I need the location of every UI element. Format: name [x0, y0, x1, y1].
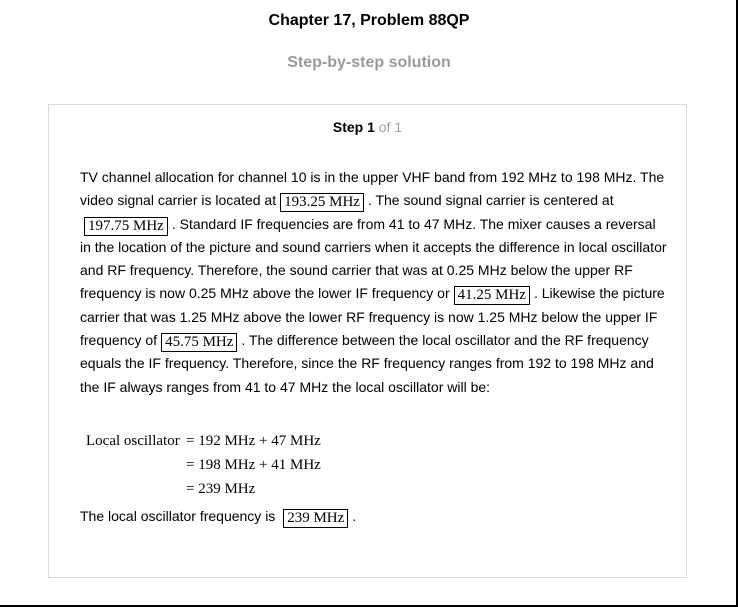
step-label: Step	[332, 119, 364, 135]
equation-row: = 198 MHz + 41 MHz	[86, 453, 321, 477]
equation-row: = 239 MHz	[86, 477, 321, 501]
solution-subtitle: Step-by-step solution	[287, 54, 451, 71]
step-header: Step 1 of 1	[49, 119, 686, 135]
solution-text: TV channel allocation for channel 10 is …	[80, 166, 670, 399]
page-title: Chapter 17, Problem 88QP	[268, 12, 470, 29]
conclusion-text: The local oscillator frequency is	[80, 508, 276, 524]
equation-line-2: = 198 MHz + 41 MHz	[186, 456, 321, 473]
local-oscillator-equation: Local oscillator = 192 MHz + 47 MHz = 19…	[86, 429, 321, 501]
conclusion: The local oscillator frequency is 239 MH…	[80, 505, 356, 528]
text-segment: . The sound signal carrier is centered a…	[367, 192, 614, 209]
solution-paragraph: TV channel allocation for channel 10 is …	[80, 166, 670, 399]
equation-row: Local oscillator = 192 MHz + 47 MHz	[86, 429, 321, 453]
boxed-answer-sound-carrier: 197.75 MHz	[84, 216, 168, 236]
step-total: of 1	[378, 119, 403, 135]
step-number: 1	[367, 119, 375, 135]
equation-line-3: = 239 MHz	[186, 480, 256, 497]
equation-label: Local oscillator	[86, 432, 180, 449]
boxed-answer-picture-if: 45.75 MHz	[161, 333, 238, 353]
equation-line-1: = 192 MHz + 47 MHz	[186, 432, 321, 449]
solution-card: Step 1 of 1 TV channel allocation for ch…	[48, 104, 687, 578]
boxed-answer-sound-if: 41.25 MHz	[453, 286, 530, 306]
conclusion-period: .	[352, 508, 357, 524]
boxed-answer-video-carrier: 193.25 MHz	[280, 193, 364, 213]
boxed-final-answer: 239 MHz	[283, 509, 349, 528]
